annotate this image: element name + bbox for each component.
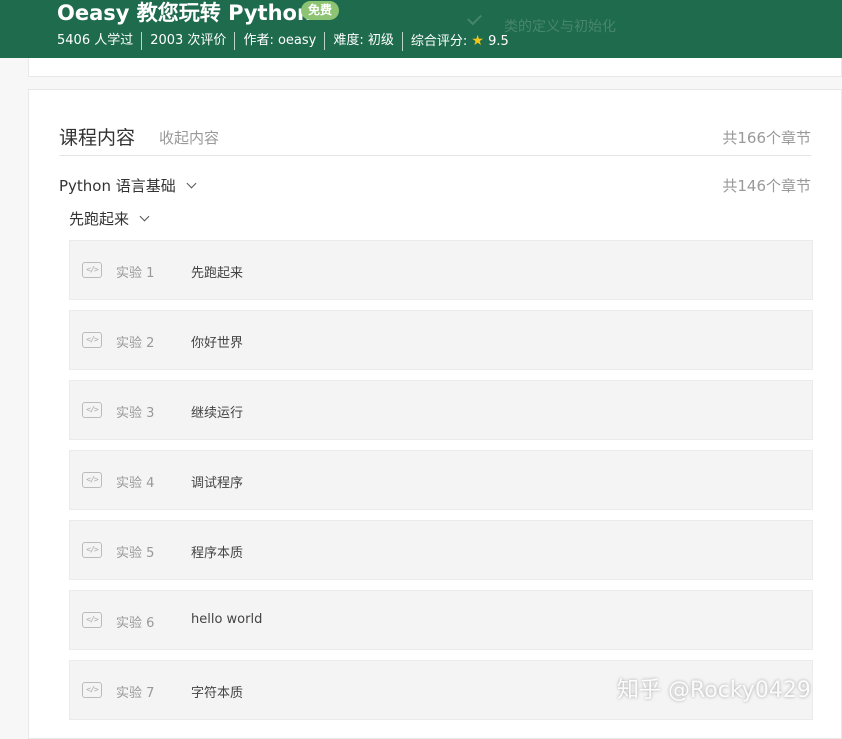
lesson-item[interactable]: </> 实验 5 程序本质 — [69, 520, 813, 580]
lesson-name: 先跑起来 — [191, 266, 244, 281]
lesson-number: 实验 4 — [116, 476, 155, 491]
lesson-number: 实验 3 — [116, 406, 155, 421]
lesson-number: 实验 1 — [116, 266, 155, 281]
lesson-number: 实验 2 — [116, 336, 155, 351]
course-content-card: 课程内容 收起内容 共166个章节 Python 语言基础 共146个章节 先跑… — [28, 89, 842, 739]
code-icon: </> — [82, 402, 102, 418]
lesson-name: 你好世界 — [191, 336, 244, 351]
collapse-content-button[interactable]: 收起内容 — [159, 127, 219, 148]
subsection-title: 先跑起来 — [69, 210, 130, 228]
lesson-name: 继续运行 — [191, 406, 244, 421]
overlay-lesson-text: 类的定义与初始化 — [504, 19, 616, 35]
lesson-item[interactable]: </> 实验 4 调试程序 — [69, 450, 813, 510]
rating-label: 综合评分: — [410, 33, 468, 49]
code-icon: </> — [82, 332, 102, 348]
author[interactable]: 作者: oeasy — [234, 32, 324, 50]
course-header: Oeasy 教您玩转 Python 免费 类的定义与初始化 5406 人学过 2… — [0, 0, 842, 58]
lesson-item[interactable]: </> 实验 6 hello world — [69, 590, 813, 650]
lesson-number: 实验 7 — [116, 686, 155, 701]
lesson-number: 实验 6 — [116, 616, 155, 631]
code-icon: </> — [82, 682, 102, 698]
course-content-title: 课程内容 — [59, 127, 136, 149]
code-icon: </> — [82, 612, 102, 628]
check-icon — [467, 10, 482, 26]
reviews-count[interactable]: 2003 次评价 — [141, 32, 234, 50]
top-card — [28, 58, 842, 77]
divider — [59, 155, 811, 156]
lesson-list: </> 实验 1 先跑起来 </> 实验 2 你好世界 </> 实验 3 继续运… — [69, 240, 813, 730]
section-title: Python 语言基础 — [59, 177, 176, 195]
total-chapters: 共166个章节 — [722, 129, 811, 147]
lesson-name: 调试程序 — [191, 476, 244, 491]
code-icon: </> — [82, 262, 102, 278]
course-meta: 5406 人学过 2003 次评价 作者: oeasy 难度: 初级 综合评分:… — [57, 31, 517, 51]
course-title: Oeasy 教您玩转 Python — [57, 1, 312, 25]
star-icon: ★ — [471, 32, 484, 49]
lesson-name: 字符本质 — [191, 686, 244, 701]
watermark: 知乎 @Rocky0429 — [617, 678, 811, 703]
difficulty: 难度: 初级 — [324, 32, 402, 50]
section-chapter-count: 共146个章节 — [722, 177, 811, 195]
chevron-down-icon — [139, 211, 150, 222]
code-icon: </> — [82, 472, 102, 488]
rating: 综合评分: ★ 9.5 — [401, 31, 517, 51]
chevron-down-icon — [186, 178, 197, 189]
lesson-number: 实验 5 — [116, 546, 155, 561]
lesson-name: hello world — [191, 612, 263, 627]
lesson-name: 程序本质 — [191, 546, 244, 561]
code-icon: </> — [82, 542, 102, 558]
rating-value: 9.5 — [488, 33, 509, 49]
lesson-item[interactable]: </> 实验 3 继续运行 — [69, 380, 813, 440]
lesson-item[interactable]: </> 实验 1 先跑起来 — [69, 240, 813, 300]
lesson-item[interactable]: </> 实验 2 你好世界 — [69, 310, 813, 370]
section-toggle[interactable]: Python 语言基础 — [59, 175, 197, 196]
learners-count: 5406 人学过 — [57, 33, 134, 48]
subsection-toggle[interactable]: 先跑起来 — [69, 208, 150, 229]
free-badge: 免费 — [301, 1, 340, 20]
